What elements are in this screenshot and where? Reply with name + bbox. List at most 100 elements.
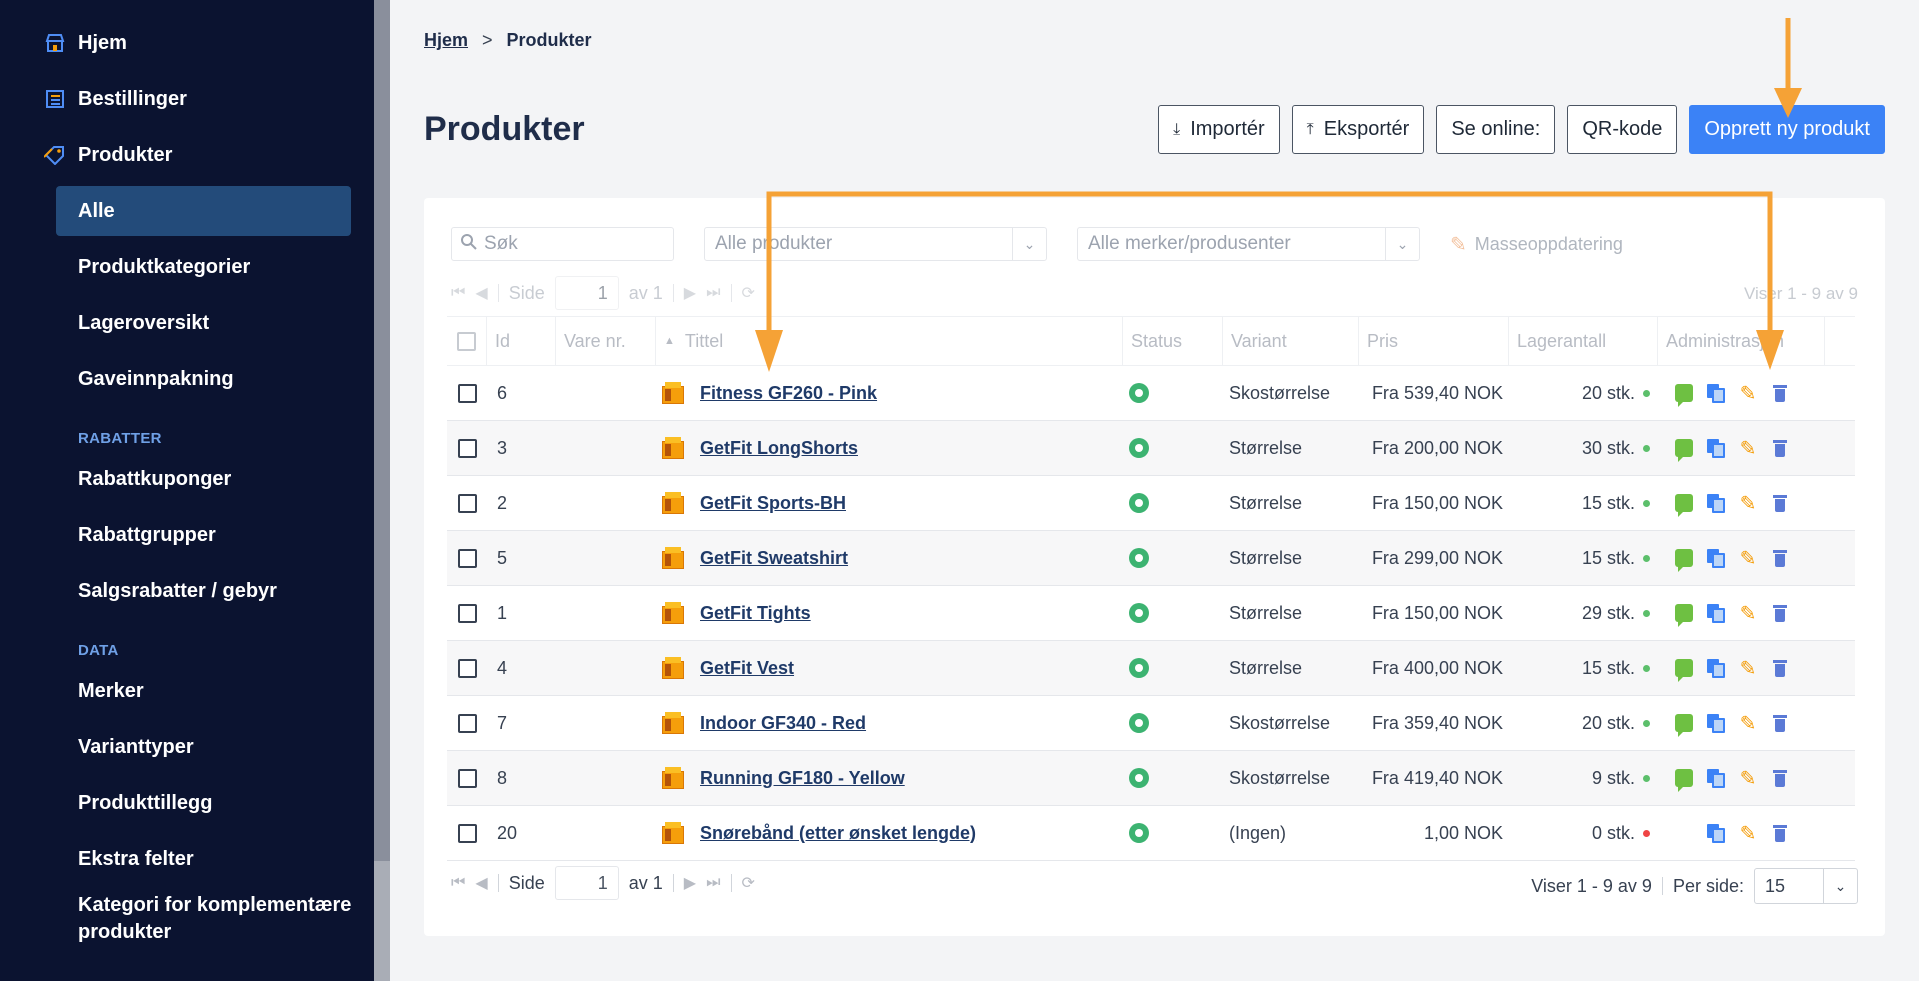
import-button[interactable]: ⤓ Importér [1158,105,1280,154]
sidebar-item-alle[interactable]: Alle [56,186,351,236]
sidebar-item-lageroversikt[interactable]: Lageroversikt [0,295,374,351]
trash-icon[interactable] [1771,824,1789,842]
row-checkbox[interactable] [457,768,477,788]
edit-pencil-icon[interactable]: ✎ [1739,438,1757,460]
per-page-select[interactable]: 15 ⌄ [1754,868,1858,904]
prev-page-icon[interactable]: ◀ [475,283,487,303]
column-lager[interactable]: Lagerantall [1509,317,1658,365]
sidebar-item-gaveinnpakning[interactable]: Gaveinnpakning [0,351,374,407]
refresh-icon[interactable]: ⟳ [742,873,755,893]
page-number-input[interactable] [554,866,619,900]
trash-icon[interactable] [1771,604,1789,622]
view-online-button[interactable]: Se online: [1436,105,1556,154]
row-checkbox[interactable] [457,493,477,513]
mass-update-button[interactable]: ✎ Masseoppdatering [1450,232,1623,257]
next-page-icon[interactable]: ▶ [684,283,696,303]
product-title-link[interactable]: Indoor GF340 - Red [700,713,866,734]
product-title-link[interactable]: Snørebånd (etter ønsket lengde) [700,823,976,844]
copy-icon[interactable] [1707,824,1725,843]
last-page-icon[interactable]: ⏭ [706,874,720,892]
edit-pencil-icon[interactable]: ✎ [1739,493,1757,515]
comment-icon[interactable] [1675,549,1693,572]
status-active-icon[interactable] [1129,768,1149,788]
status-active-icon[interactable] [1129,603,1149,623]
export-button[interactable]: ⤒ Eksportér [1291,105,1425,154]
edit-pencil-icon[interactable]: ✎ [1739,603,1757,625]
copy-icon[interactable] [1707,494,1725,513]
edit-pencil-icon[interactable]: ✎ [1739,823,1757,845]
breadcrumb-home-link[interactable]: Hjem [424,30,468,51]
product-title-link[interactable]: Running GF180 - Yellow [700,768,905,789]
copy-icon[interactable] [1707,549,1725,568]
product-title-link[interactable]: GetFit Vest [700,658,794,679]
status-active-icon[interactable] [1129,383,1149,403]
sidebar-item-produktkategorier[interactable]: Produktkategorier [0,239,374,295]
edit-pencil-icon[interactable]: ✎ [1739,713,1757,735]
create-product-button[interactable]: Opprett ny produkt [1689,105,1885,154]
sidebar-item-ekstra-felter[interactable]: Ekstra felter [0,831,374,887]
select-all-checkbox[interactable] [457,331,476,351]
qr-code-button[interactable]: QR-kode [1567,105,1678,154]
edit-pencil-icon[interactable]: ✎ [1739,548,1757,570]
refresh-icon[interactable]: ⟳ [742,283,755,303]
copy-icon[interactable] [1707,659,1725,678]
comment-icon[interactable] [1675,659,1693,682]
edit-pencil-icon[interactable]: ✎ [1739,768,1757,790]
edit-pencil-icon[interactable]: ✎ [1739,383,1757,405]
last-page-icon[interactable]: ⏭ [706,284,720,302]
next-page-icon[interactable]: ▶ [684,873,696,893]
trash-icon[interactable] [1771,549,1789,567]
product-title-link[interactable]: GetFit Sports-BH [700,493,846,514]
trash-icon[interactable] [1771,494,1789,512]
row-checkbox[interactable] [457,713,477,733]
sidebar-item-produkttillegg[interactable]: Produkttillegg [0,775,374,831]
sidebar-item-merker[interactable]: Merker [0,663,374,719]
column-status[interactable]: Status [1123,317,1223,365]
trash-icon[interactable] [1771,384,1789,402]
page-number-input[interactable] [554,276,619,310]
trash-icon[interactable] [1771,439,1789,457]
column-id[interactable]: Id [487,317,556,365]
copy-icon[interactable] [1707,769,1725,788]
sidebar-item-varianttyper[interactable]: Varianttyper [0,719,374,775]
brands-filter-select[interactable]: Alle merker/produsenter ⌄ [1077,227,1420,261]
comment-icon[interactable] [1675,714,1693,737]
row-checkbox[interactable] [457,438,477,458]
status-active-icon[interactable] [1129,548,1149,568]
column-variant[interactable]: Variant [1223,317,1359,365]
sidebar-item-produkter[interactable]: Produkter [0,127,374,183]
column-pris[interactable]: Pris [1359,317,1509,365]
copy-icon[interactable] [1707,384,1725,403]
status-active-icon[interactable] [1129,823,1149,843]
copy-icon[interactable] [1707,714,1725,733]
copy-icon[interactable] [1707,604,1725,623]
row-checkbox[interactable] [457,823,477,843]
trash-icon[interactable] [1771,769,1789,787]
row-checkbox[interactable] [457,603,477,623]
comment-icon[interactable] [1675,769,1693,792]
row-checkbox[interactable] [457,548,477,568]
first-page-icon[interactable]: ⏮ [451,284,465,302]
sidebar-item-rabattkuponger[interactable]: Rabattkuponger [0,451,374,507]
copy-icon[interactable] [1707,439,1725,458]
search-input[interactable]: Søk [451,227,674,261]
product-title-link[interactable]: GetFit Sweatshirt [700,548,848,569]
trash-icon[interactable] [1771,714,1789,732]
status-active-icon[interactable] [1129,493,1149,513]
sidebar-item-komplementaere[interactable]: Kategori for komplementære produkter [0,887,374,951]
comment-icon[interactable] [1675,604,1693,627]
row-checkbox[interactable] [457,658,477,678]
product-title-link[interactable]: GetFit LongShorts [700,438,858,459]
edit-pencil-icon[interactable]: ✎ [1739,658,1757,680]
sidebar-item-bestillinger[interactable]: Bestillinger [0,71,374,127]
product-title-link[interactable]: Fitness GF260 - Pink [700,383,877,404]
status-active-icon[interactable] [1129,713,1149,733]
comment-icon[interactable] [1675,384,1693,407]
comment-icon[interactable] [1675,494,1693,517]
trash-icon[interactable] [1771,659,1789,677]
product-title-link[interactable]: GetFit Tights [700,603,811,624]
column-vare[interactable]: Vare nr. [556,317,656,365]
status-active-icon[interactable] [1129,438,1149,458]
sidebar-item-salgsrabatter[interactable]: Salgsrabatter / gebyr [0,563,374,619]
row-checkbox[interactable] [457,383,477,403]
